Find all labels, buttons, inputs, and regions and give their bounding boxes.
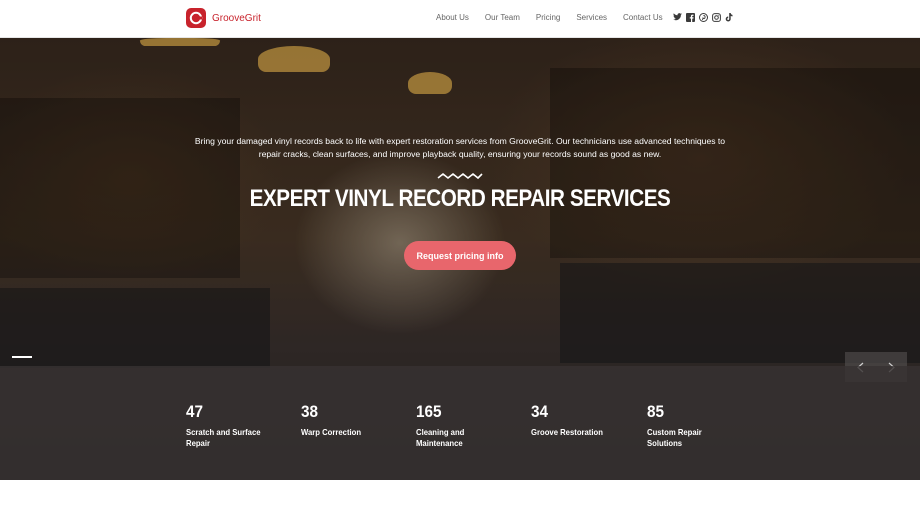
stat-item: 38 Warp Correction bbox=[301, 402, 401, 438]
zigzag-divider-icon bbox=[437, 172, 483, 180]
twitter-icon[interactable] bbox=[672, 12, 682, 22]
hero-intro-text: Bring your damaged vinyl records back to… bbox=[194, 136, 726, 159]
stat-value: 85 bbox=[647, 402, 665, 421]
request-pricing-button[interactable]: Request pricing info bbox=[404, 241, 516, 270]
stats-bar: 47 Scratch and Surface Repair 38 Warp Co… bbox=[0, 366, 920, 480]
nav-about-us[interactable]: About Us bbox=[436, 13, 469, 22]
tiktok-icon[interactable] bbox=[724, 12, 734, 22]
nav-contact-us[interactable]: Contact Us bbox=[623, 13, 663, 22]
nav-services[interactable]: Services bbox=[576, 13, 607, 22]
stat-label: Groove Restoration bbox=[531, 427, 603, 437]
stat-item: 47 Scratch and Surface Repair bbox=[186, 402, 286, 449]
social-links bbox=[672, 12, 737, 22]
top-navbar: GrooveGrit About Us Our Team Pricing Ser… bbox=[0, 0, 920, 38]
main-nav: About Us Our Team Pricing Services Conta… bbox=[436, 13, 679, 22]
brand-logo[interactable]: GrooveGrit bbox=[186, 8, 261, 28]
hero-title: EXPERT VINYL RECORD REPAIR SERVICES bbox=[249, 185, 671, 212]
hero-section: Bring your damaged vinyl records back to… bbox=[0, 38, 920, 480]
nav-pricing[interactable]: Pricing bbox=[536, 13, 560, 22]
stat-value: 38 bbox=[301, 402, 319, 421]
stat-label: Custom Repair Solutions bbox=[647, 427, 702, 448]
pinterest-icon[interactable] bbox=[698, 12, 708, 22]
nav-our-team[interactable]: Our Team bbox=[485, 13, 520, 22]
stat-value: 47 bbox=[186, 402, 204, 421]
stat-item: 34 Groove Restoration bbox=[531, 402, 631, 438]
stat-value: 34 bbox=[531, 402, 549, 421]
facebook-icon[interactable] bbox=[685, 12, 695, 22]
record-logo-icon bbox=[186, 8, 206, 28]
instagram-icon[interactable] bbox=[711, 12, 721, 22]
stat-value: 165 bbox=[416, 402, 442, 421]
stat-label: Cleaning and Maintenance bbox=[416, 427, 465, 448]
stat-label: Warp Correction bbox=[301, 427, 362, 437]
stat-label: Scratch and Surface Repair bbox=[186, 427, 261, 448]
stat-item: 85 Custom Repair Solutions bbox=[647, 402, 717, 449]
slide-indicator[interactable] bbox=[12, 356, 32, 358]
stat-item: 165 Cleaning and Maintenance bbox=[416, 402, 486, 449]
brand-name: GrooveGrit bbox=[212, 12, 261, 24]
